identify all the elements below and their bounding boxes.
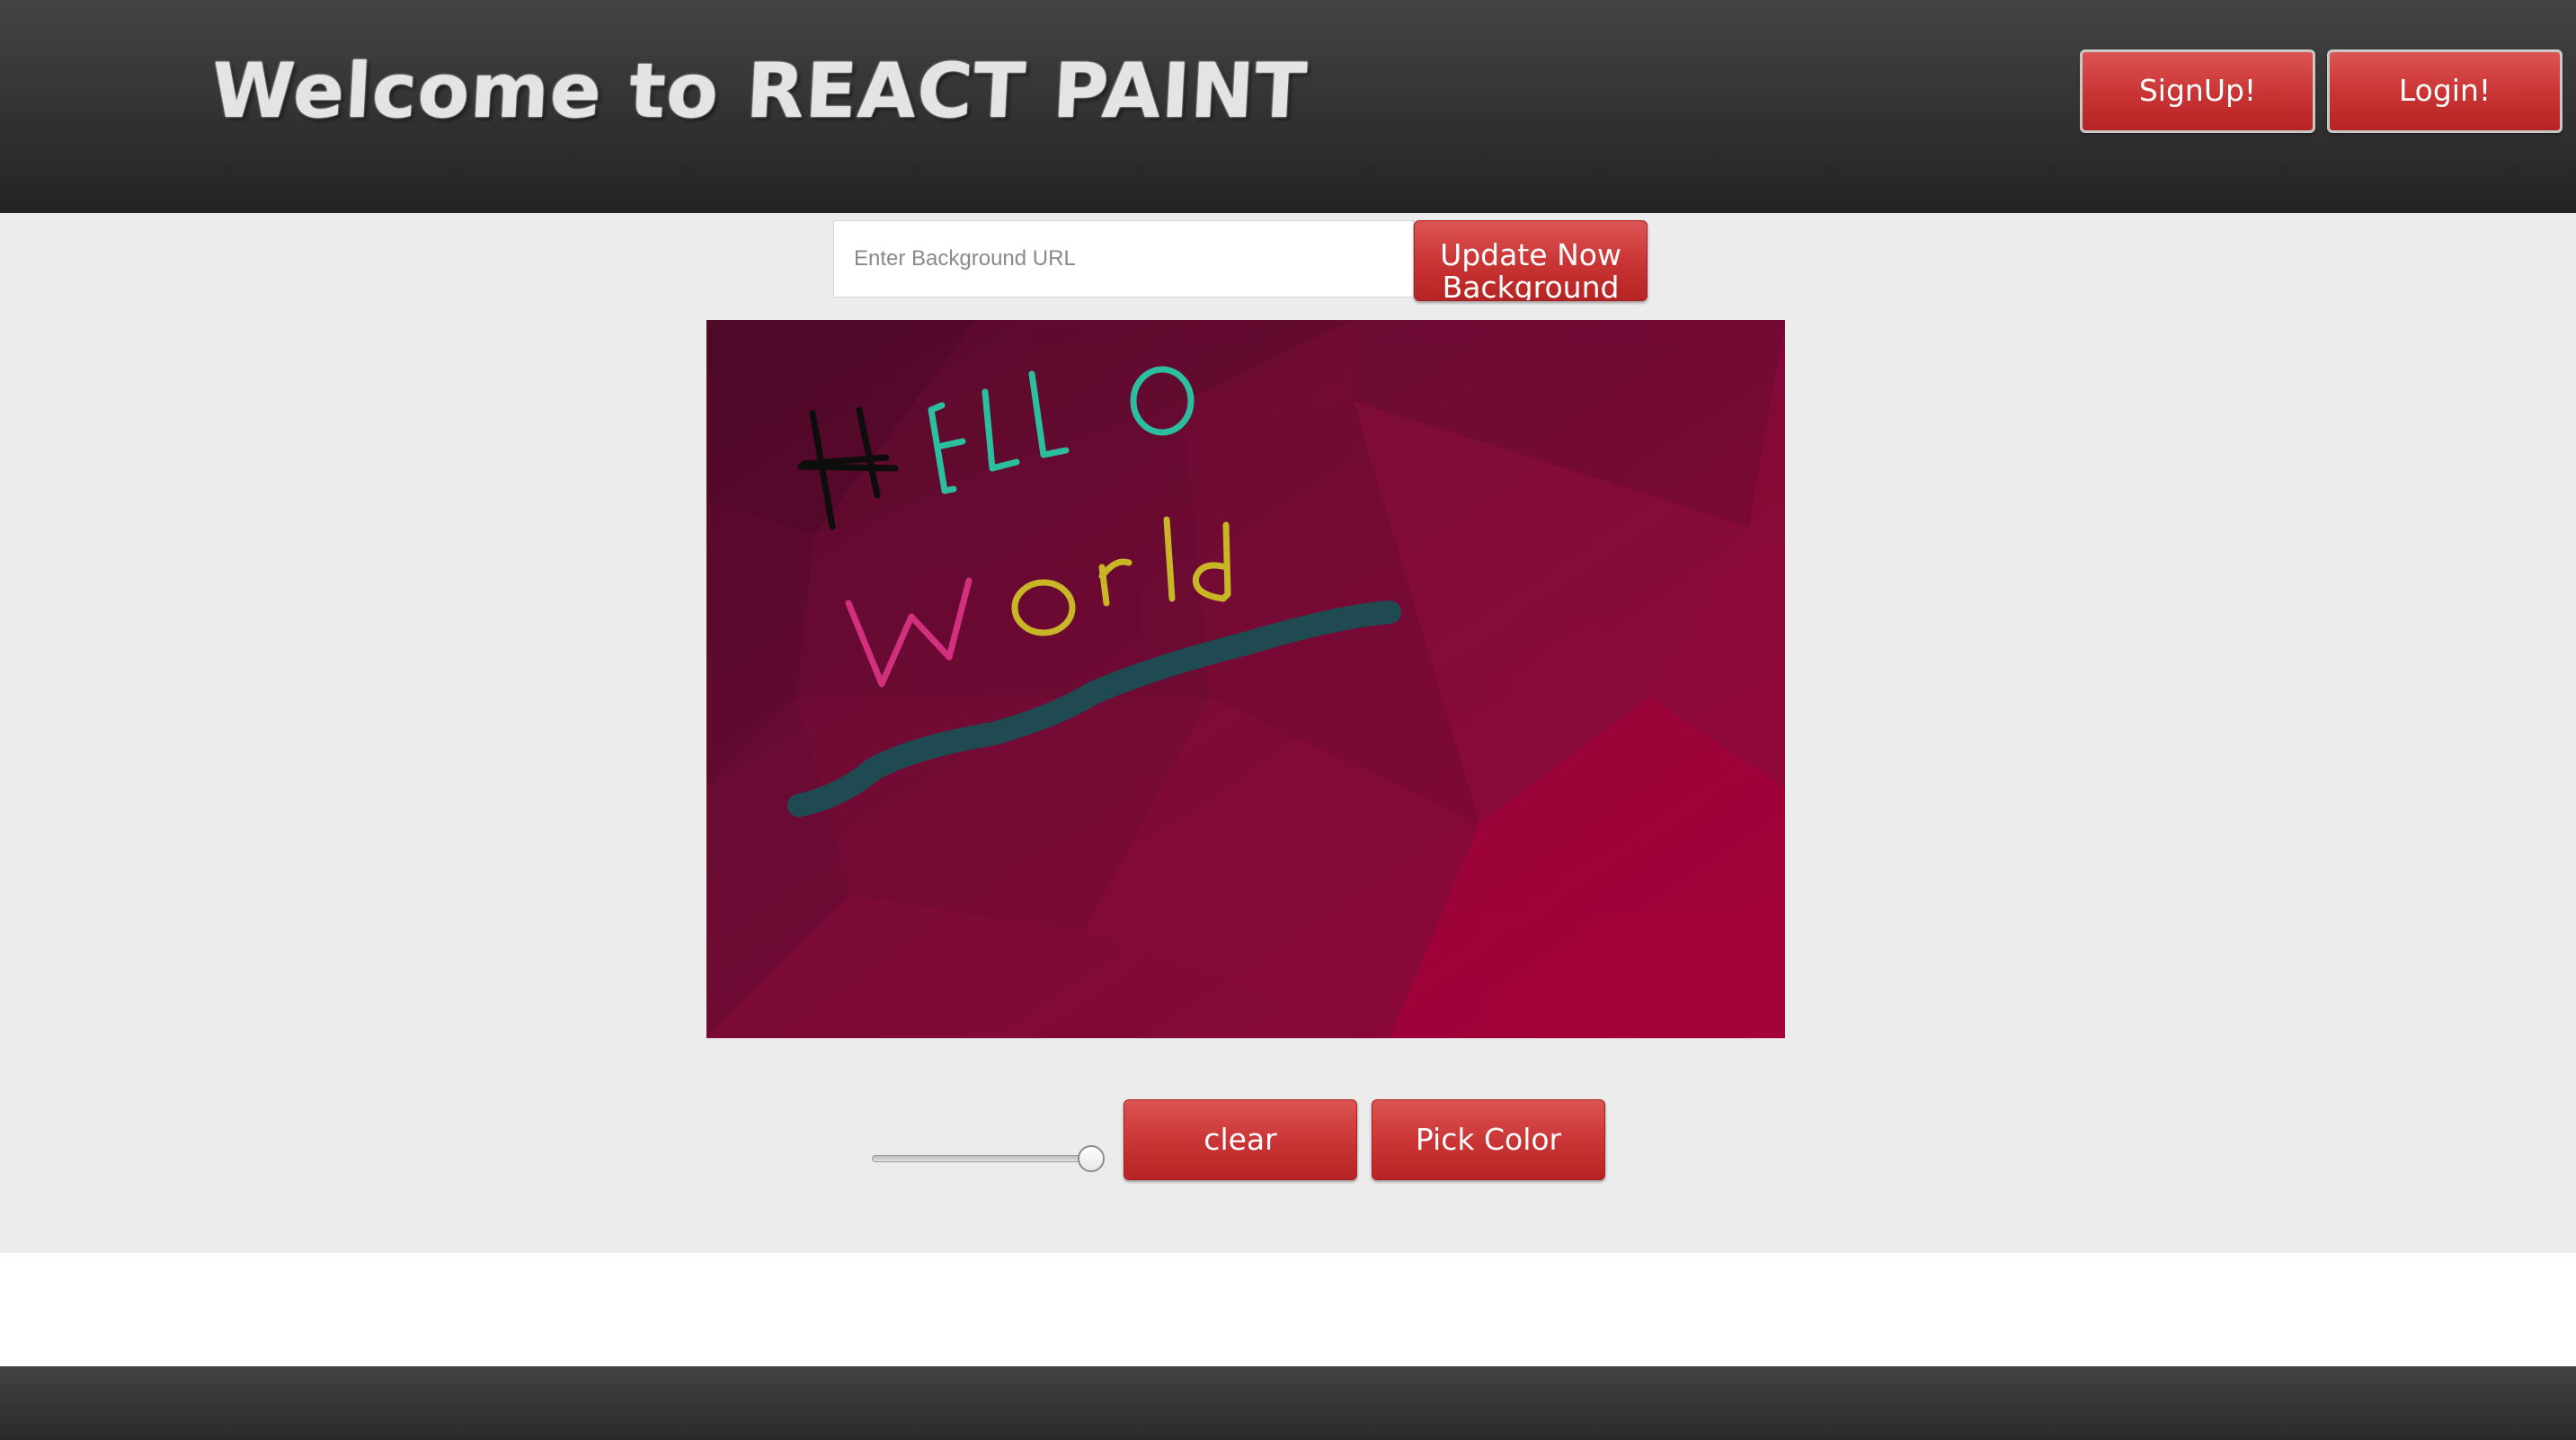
background-url-input[interactable] bbox=[833, 220, 1414, 298]
login-button[interactable]: Login! bbox=[2327, 49, 2563, 133]
clear-button[interactable]: clear bbox=[1124, 1099, 1357, 1180]
header-bar: Welcome to REACT PAINT SignUp! Login! bbox=[0, 0, 2576, 213]
drawing-canvas[interactable] bbox=[706, 320, 1785, 1038]
slider-thumb[interactable] bbox=[1078, 1145, 1105, 1172]
signup-button[interactable]: SignUp! bbox=[2080, 49, 2315, 133]
update-background-button[interactable]: Update Now Background bbox=[1414, 220, 1648, 301]
footer-bar bbox=[0, 1366, 2576, 1440]
canvas-facets bbox=[706, 320, 1785, 1038]
pick-color-button[interactable]: Pick Color bbox=[1372, 1099, 1605, 1180]
brush-size-slider[interactable] bbox=[872, 1145, 1107, 1172]
page-title: Welcome to REACT PAINT bbox=[209, 47, 1310, 135]
slider-track[interactable] bbox=[872, 1155, 1104, 1162]
